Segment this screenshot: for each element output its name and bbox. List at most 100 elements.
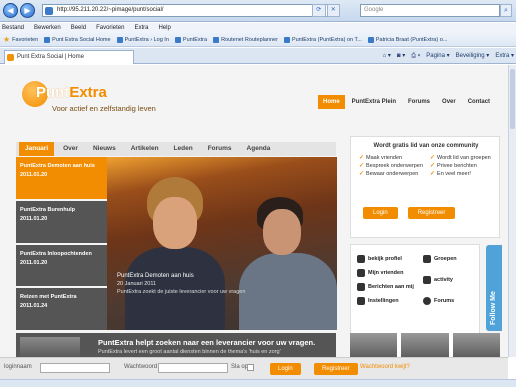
thumbnail[interactable]: [401, 333, 449, 357]
feature-photo[interactable]: PuntExtra Demoten aan huis 20 Januari 20…: [107, 157, 337, 330]
main-nav: Home PuntExtra Plein Forums Over Contact: [318, 95, 498, 109]
search-icon[interactable]: ⌕: [500, 4, 512, 17]
join-box: Wordt gratis lid van onze community ✓ Maa…: [350, 136, 500, 238]
remember-checkbox[interactable]: [247, 364, 254, 371]
address-buttons: ⟳ ✕: [312, 4, 340, 17]
perk-item: ✓ Maak vrienden: [359, 155, 403, 161]
logo-tagline: Voor actief en zelfstandig leven: [52, 104, 156, 113]
login-button[interactable]: Login: [363, 207, 398, 219]
join-buttons: Login Registreer: [363, 207, 456, 219]
link-activity[interactable]: activity: [423, 276, 453, 284]
tab-leden[interactable]: Leden: [168, 142, 199, 156]
link-messages[interactable]: Berichten aan mij: [357, 283, 414, 291]
tools-icon: [357, 297, 365, 305]
news-item[interactable]: PuntExtra Demoten aan huis 2011.01.20: [16, 157, 107, 199]
nav-plein[interactable]: PuntExtra Plein: [346, 95, 402, 109]
ie-icon: [116, 36, 123, 43]
browser-tab[interactable]: Punt Extra Social | Home: [4, 50, 134, 64]
favorite-link[interactable]: PuntExtra › Log In: [116, 36, 169, 43]
menu-item-help[interactable]: Help: [158, 23, 170, 33]
tab-forums[interactable]: Forums: [202, 142, 238, 156]
back-button[interactable]: ◀: [3, 3, 18, 18]
username-label: loginnaam: [4, 364, 32, 370]
check-icon: ✓: [359, 163, 365, 169]
security-menu[interactable]: Beveiliging ▾: [456, 50, 490, 62]
bar-login-button[interactable]: Login: [270, 363, 301, 375]
search-input[interactable]: Google: [360, 4, 500, 17]
scrollbar-thumb[interactable]: [510, 69, 515, 129]
tools-menu[interactable]: Extra ▾: [495, 50, 514, 62]
username-input[interactable]: [40, 363, 110, 373]
nav-forums[interactable]: Forums: [403, 95, 436, 109]
password-input[interactable]: [158, 363, 228, 373]
ie-icon: [174, 36, 181, 43]
refresh-icon[interactable]: ⟳: [312, 4, 326, 17]
nav-home[interactable]: Home: [318, 95, 345, 109]
favorites-bar: ★ Favorieten Punt Extra Social Home Punt…: [0, 33, 516, 47]
news-item[interactable]: PuntExtra Burenhulp 2011.01.20: [16, 200, 107, 243]
promo-text: PuntExtra levert een groot aantal dienst…: [98, 349, 281, 355]
menu-item-beeld[interactable]: Beeld: [71, 23, 86, 33]
news-item[interactable]: Reizen met PuntExtra 2011.01.24: [16, 288, 107, 330]
tab-artikelen[interactable]: Artikelen: [125, 142, 165, 156]
check-icon: ✓: [430, 171, 436, 177]
address-text: http://95.211.20.22/~pimage/punt/social/: [57, 7, 164, 13]
promo-banner[interactable]: PuntExtra helpt zoeken naar een leveranc…: [16, 333, 336, 357]
menu-item-extra[interactable]: Extra: [134, 23, 148, 33]
page-menu[interactable]: Pagina ▾: [426, 50, 449, 62]
favorite-link[interactable]: PuntExtra (PuntExtra) on T...: [283, 36, 362, 43]
follow-me-tab[interactable]: Follow Me: [486, 245, 502, 331]
link-friends[interactable]: Mijn vrienden: [357, 269, 403, 277]
nav-contact[interactable]: Contact: [462, 95, 496, 109]
person-figure: [153, 197, 197, 249]
menu-item-favorieten[interactable]: Favorieten: [96, 23, 124, 33]
perk-item: ✓ Bewaar onderwerpen: [359, 171, 419, 177]
perk-item: ✓ Wordt lid van groepen: [430, 155, 491, 161]
vertical-scrollbar[interactable]: [508, 65, 516, 357]
perk-item: ✓ Privee berichten: [430, 163, 477, 169]
favorites-button[interactable]: ★ Favorieten: [3, 35, 38, 44]
logo-text: PuntExtra: [36, 84, 107, 101]
tab-januari[interactable]: Januari: [19, 142, 55, 156]
activity-icon: [423, 276, 431, 284]
feature-caption: PuntExtra Demoten aan huis 20 Januari 20…: [117, 273, 246, 295]
favorite-link[interactable]: Patricia Braat (PuntExtra) o...: [367, 36, 447, 43]
browser-toolbar: ◀ ▶ http://95.211.20.22/~pimage/punt/soc…: [0, 0, 516, 22]
page-icon: [45, 7, 53, 15]
link-profile[interactable]: bekijk profiel: [357, 255, 402, 263]
groups-icon: [423, 255, 431, 263]
link-groups[interactable]: Groepen: [423, 255, 457, 263]
news-list: PuntExtra Demoten aan huis 2011.01.20 Pu…: [16, 157, 107, 330]
bar-register-button[interactable]: Registreer: [314, 363, 358, 375]
promo-image: [20, 337, 80, 357]
forward-button[interactable]: ▶: [20, 3, 35, 18]
news-item[interactable]: PuntExtra Inloopochtenden 2011.01.20: [16, 244, 107, 287]
favorite-link[interactable]: Punt Extra Social Home: [44, 36, 111, 43]
menu-item-bewerken[interactable]: Bewerken: [34, 23, 61, 33]
stop-icon[interactable]: ✕: [326, 4, 340, 17]
tab-agenda[interactable]: Agenda: [241, 142, 277, 156]
check-icon: ✓: [430, 163, 436, 169]
tab-over[interactable]: Over: [57, 142, 84, 156]
ie-icon: [213, 36, 220, 43]
link-forums[interactable]: Forums: [423, 297, 454, 305]
favorite-link[interactable]: Routenet Routeplanner: [213, 36, 278, 43]
home-icon[interactable]: ⌂ ▾: [383, 50, 391, 62]
link-settings[interactable]: Instellingen: [357, 297, 399, 305]
tab-nieuws[interactable]: Nieuws: [87, 142, 122, 156]
login-bar: loginnaam Wachtwoord Sla op Login Regist…: [0, 357, 508, 379]
address-bar[interactable]: http://95.211.20.22/~pimage/punt/social/: [42, 4, 332, 17]
remember-label: Sla op: [231, 364, 249, 370]
thumbnail[interactable]: [452, 333, 500, 357]
menu-item-bestand[interactable]: Bestand: [2, 23, 24, 33]
site-logo[interactable]: PuntExtra Voor actief en zelfstandig lev…: [22, 81, 202, 121]
rss-icon[interactable]: ◙ ▾: [397, 50, 405, 62]
thumbnail[interactable]: [350, 333, 398, 357]
star-icon: ★: [3, 35, 11, 44]
nav-over[interactable]: Over: [437, 95, 461, 109]
register-button[interactable]: Registreer: [407, 207, 456, 219]
forgot-password-link[interactable]: Wachtwoord kwijt?: [360, 364, 410, 370]
status-bar: [0, 379, 516, 387]
print-icon[interactable]: ⎙ ▾: [411, 50, 420, 62]
favorite-link[interactable]: PuntExtra: [174, 36, 207, 43]
